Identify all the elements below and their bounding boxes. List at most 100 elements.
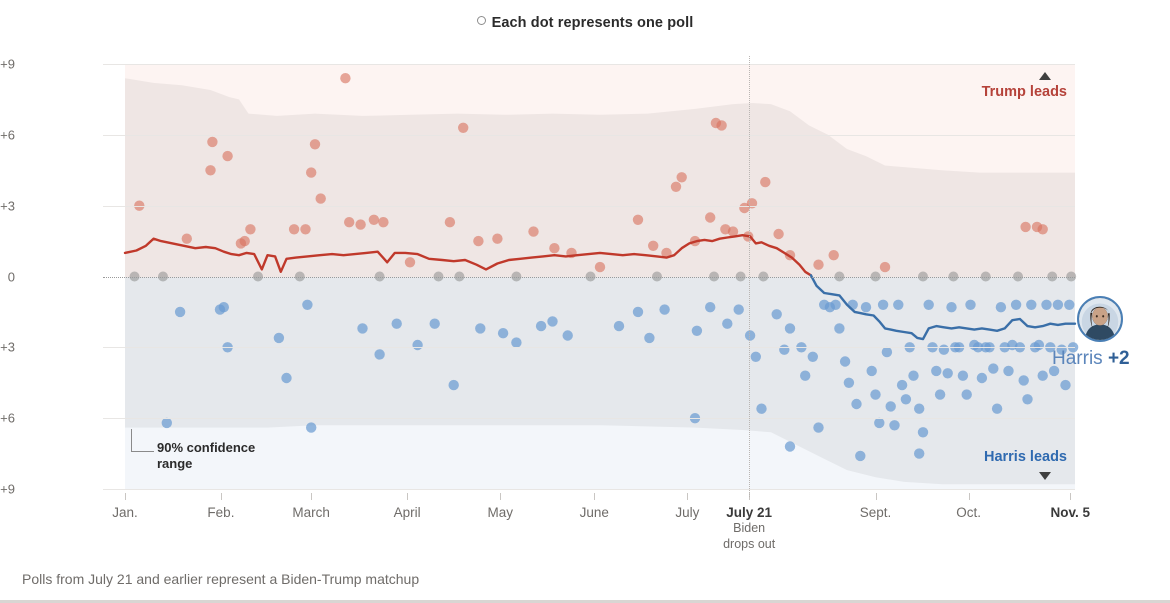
poll-dot: [391, 318, 402, 329]
x-axis-tick-label: April: [393, 505, 421, 520]
poll-dot: [218, 302, 229, 313]
poll-dot: [357, 323, 368, 334]
poll-dot: [1064, 299, 1075, 310]
poll-dot: [239, 235, 250, 247]
y-axis-tick-label: +6: [0, 127, 15, 143]
poll-dot: [896, 379, 908, 391]
poll-dot: [988, 363, 999, 374]
x-axis-tick: [220, 493, 222, 500]
poll-dot: [900, 394, 912, 405]
confidence-band: [125, 78, 1075, 485]
poll-dot: [448, 379, 459, 391]
poll-dot: [315, 193, 326, 204]
zero-line: [103, 276, 1075, 278]
x-axis-tick-label: Feb.: [207, 505, 235, 520]
x-axis-tick-label: May: [487, 505, 514, 520]
x-axis-tick-label: July: [675, 505, 700, 520]
poll-dot: [722, 318, 733, 329]
poll-dot: [613, 320, 625, 332]
poll-dot: [306, 167, 317, 178]
poll-dot: [302, 299, 313, 310]
poll-dot: [691, 325, 703, 336]
poll-dot: [965, 299, 976, 310]
poll-dot: [475, 323, 486, 334]
poll-dot: [511, 337, 522, 348]
gridline: [103, 205, 1075, 207]
poll-dot: [756, 403, 767, 414]
poll-dot: [750, 351, 761, 362]
y-axis-tick-label: Trump +9: [0, 56, 15, 72]
poll-dot: [340, 73, 351, 84]
poll-dot: [784, 323, 796, 334]
poll-dot: [670, 181, 682, 192]
x-axis-tick-label: Sept.: [859, 505, 892, 520]
poll-dot: [976, 372, 988, 384]
poll-dot: [773, 228, 784, 240]
poll-dot: [473, 235, 484, 247]
poll-dot: [205, 165, 216, 176]
y-axis-tick-label: +3: [0, 339, 15, 355]
poll-dot: [404, 257, 416, 268]
harris-leads-arrow-icon: [1039, 472, 1051, 480]
gridline: [103, 134, 1075, 136]
poll-dot: [492, 233, 503, 244]
poll-dot: [828, 250, 839, 261]
poll-dot: [1022, 394, 1033, 405]
poll-dot: [995, 302, 1007, 313]
poll-dot: [830, 299, 841, 310]
poll-dot: [870, 389, 881, 400]
gridline: [103, 489, 1075, 490]
poll-dot: [306, 422, 317, 433]
poll-dot: [288, 224, 300, 235]
poll-dot: [222, 150, 233, 162]
poll-dot: [771, 309, 782, 320]
poll-dot: [807, 351, 818, 362]
trump-leads-arrow-icon: [1039, 72, 1051, 80]
harris-callout-name: Harris: [1052, 348, 1103, 369]
x-axis-tick-label: Jan.: [112, 505, 138, 520]
harris-current-callout: Harris +2: [1052, 348, 1130, 370]
x-axis-tick: [407, 493, 409, 500]
poll-dot: [1003, 365, 1014, 377]
poll-dot: [497, 328, 509, 339]
x-axis-tick: [594, 493, 596, 500]
poll-dot: [866, 365, 877, 377]
chart-footnote: Polls from July 21 and earlier represent…: [22, 571, 420, 587]
poll-dot: [181, 233, 192, 244]
poll-dot: [273, 332, 285, 344]
confidence-range-line2: range: [157, 455, 193, 471]
poll-dot: [946, 302, 957, 313]
poll-dot: [879, 261, 891, 273]
poll-dot: [676, 172, 687, 183]
poll-dot: [784, 441, 796, 452]
july21-event-line: [749, 56, 751, 497]
x-axis-tick: [875, 493, 877, 500]
poll-dot: [779, 344, 790, 355]
poll-dot: [659, 304, 670, 315]
poll-dot: [1060, 379, 1071, 391]
poll-dot: [855, 450, 866, 462]
harris-leads-label: Harris leads: [983, 449, 1067, 465]
poll-dot: [957, 370, 969, 381]
poll-dot: [161, 417, 172, 429]
x-axis-tick: [1070, 493, 1072, 500]
poll-dot: [914, 448, 925, 459]
poll-dot: [378, 217, 389, 228]
poll-dot: [716, 120, 727, 131]
poll-dot: [991, 403, 1003, 414]
gridline: [103, 347, 1075, 349]
x-axis-tick: [125, 493, 126, 500]
poll-dot: [444, 217, 456, 228]
poll-dot: [1052, 299, 1064, 310]
poll-dot: [881, 346, 893, 358]
poll-dot: [813, 422, 824, 433]
poll-dot: [547, 316, 558, 327]
poll-dot: [632, 306, 644, 318]
gridline: [103, 64, 1075, 65]
poll-dot: [1037, 224, 1048, 235]
poll-dot: [914, 403, 925, 414]
x-axis-tick: [311, 493, 313, 500]
x-axis-tick: [968, 493, 970, 500]
poll-dot: [355, 219, 366, 230]
poll-dot: [644, 332, 655, 344]
